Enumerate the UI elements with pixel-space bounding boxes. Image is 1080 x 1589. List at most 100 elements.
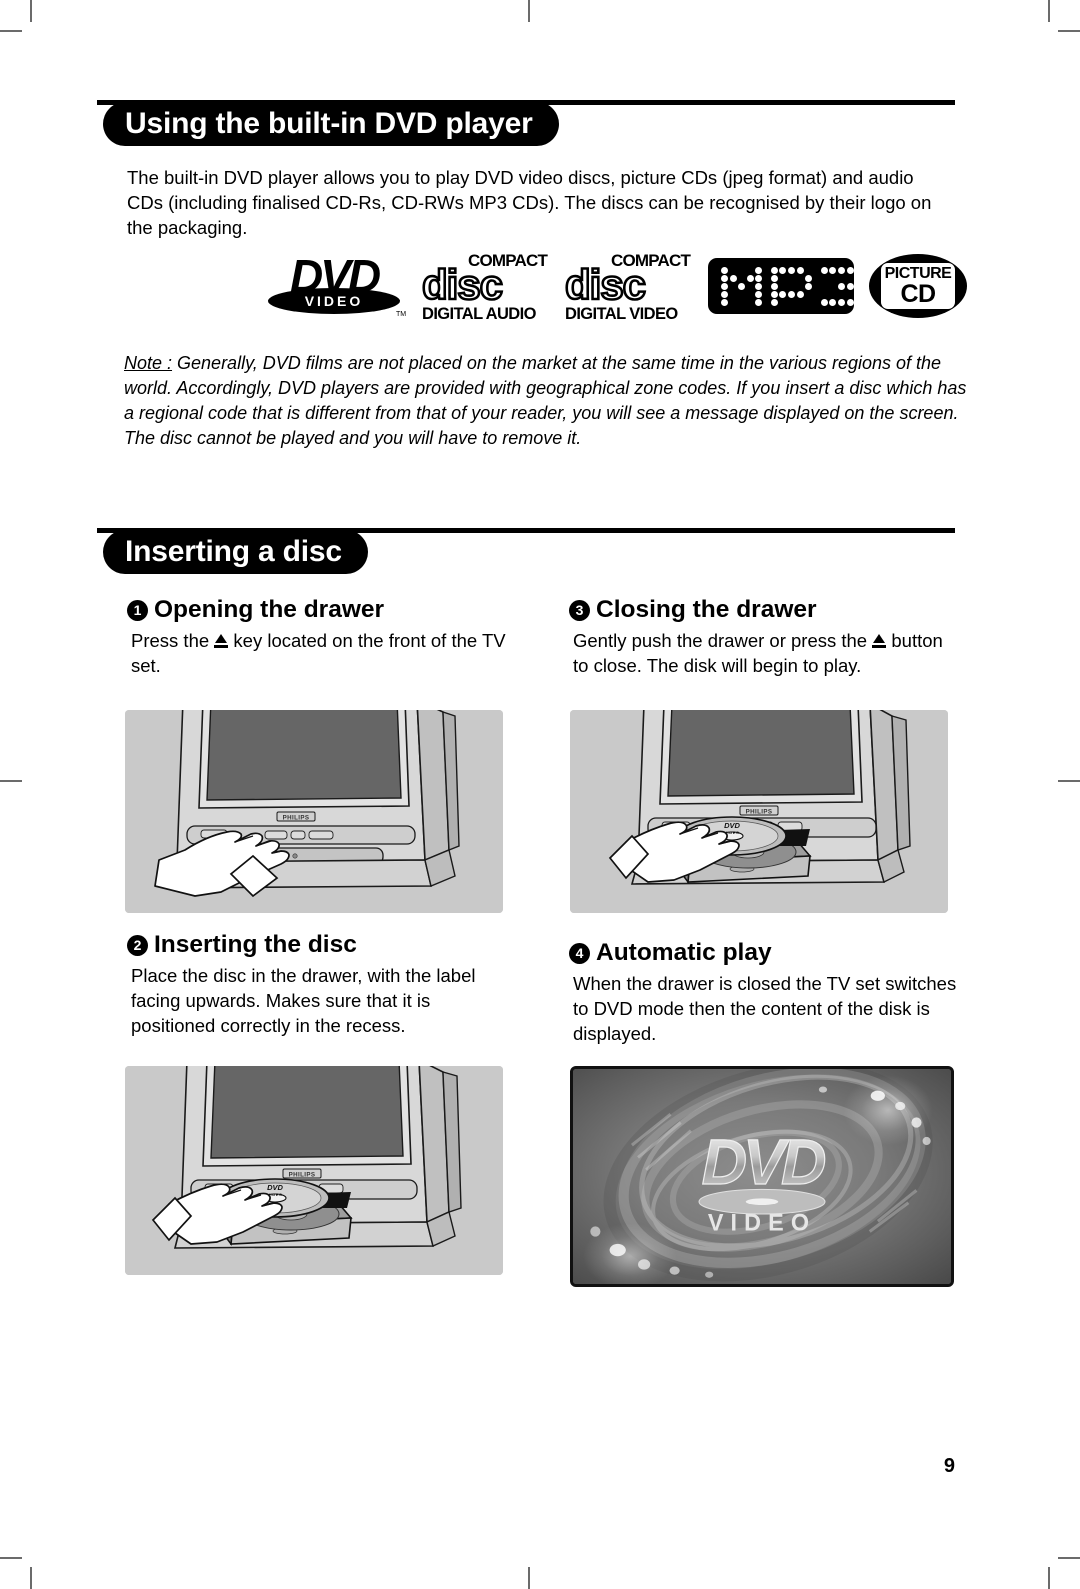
section-header-inserting-disc: Inserting a disc — [97, 528, 955, 580]
cd-video-format-text: DIGITAL VIDEO — [565, 305, 678, 323]
eject-icon — [214, 634, 229, 649]
picture-cd-panel: PICTURE CD — [881, 263, 955, 309]
mp3-dot — [721, 282, 728, 290]
svg-text:DVD: DVD — [724, 821, 740, 830]
step-2-block: 2 Inserting the disc Place the disc in th… — [127, 930, 519, 1038]
mp3-dot — [721, 290, 728, 298]
illustration-closing-the-drawer: PHILIPS DVD VIDEO The digital de Hegarty — [570, 710, 948, 913]
illustration-opening-the-drawer: PHILIPS — [125, 710, 503, 913]
section-header-dvd-player: Using the built-in DVD player — [97, 100, 955, 152]
mp3-dot — [770, 267, 778, 274]
mp3-dot — [779, 267, 787, 274]
mp3-dot — [796, 290, 804, 298]
mp3-dot — [805, 282, 813, 290]
svg-text:PHILIPS: PHILIPS — [283, 815, 310, 822]
step-1-number: 1 — [127, 600, 148, 621]
mp3-dot — [770, 274, 778, 282]
mp3-dot — [788, 290, 796, 298]
step-1-heading-text: Opening the drawer — [154, 596, 385, 623]
step-4-block: 4 Automatic play When the drawer is close… — [569, 938, 961, 1046]
page-number: 9 — [943, 1455, 955, 1477]
step-3-heading-text: Closing the drawer — [596, 596, 817, 623]
step-2-title: 2 Inserting the disc — [127, 930, 519, 960]
mp3-dot — [755, 274, 763, 282]
step-2-heading-text: Inserting the disc — [154, 931, 357, 958]
mp3-dot — [855, 274, 863, 282]
supported-disc-logos: DVD VIDEO TM COMPACT disc DIGITAL AUDIO … — [157, 252, 967, 328]
step-2-number: 2 — [127, 935, 148, 956]
compact-disc-digital-audio-logo: COMPACT disc DIGITAL AUDIO — [421, 252, 556, 323]
crop-mark-top-right-horizontal — [1058, 30, 1080, 32]
mp3-dot — [770, 298, 778, 306]
mp3-dot — [829, 298, 837, 306]
step-4-text: When the drawer is closed the TV set swi… — [573, 973, 957, 1044]
mp3-dot — [721, 267, 728, 274]
picture-cd-logo: PICTURE CD — [869, 254, 967, 318]
crop-mark-mid-right — [1058, 780, 1080, 782]
crop-mark-bottom-left-horizontal — [0, 1557, 22, 1559]
step-4-number: 4 — [569, 943, 590, 964]
svg-text:DVD: DVD — [267, 1183, 283, 1192]
intro-paragraph: The built-in DVD player allows you to pl… — [127, 167, 932, 238]
dvd-video-splash-screen: DVD VIDEO — [573, 1069, 951, 1284]
mp3-dot — [755, 290, 763, 298]
step-1-text-before: Press the — [131, 630, 215, 651]
mp3-dot — [770, 282, 778, 290]
mp3-dot — [721, 298, 728, 306]
svg-text:DVD: DVD — [702, 1128, 825, 1198]
mp3-logo — [708, 258, 863, 314]
section-title-inserting-disc: Inserting a disc — [103, 530, 368, 574]
mp3-dot — [738, 282, 746, 290]
step-2-text: Place the disc in the drawer, with the l… — [131, 965, 476, 1036]
tv-open-drawer-hand-placing-disc: PHILIPS DVD VIDEO The digital de Hegarty — [125, 1066, 503, 1275]
step-1-title: 1 Opening the drawer — [127, 595, 519, 625]
mp3-dot — [820, 267, 828, 274]
step-3-text-before: Gently push the drawer or press the — [573, 630, 873, 651]
svg-text:VIDEO: VIDEO — [708, 1209, 816, 1235]
mp3-dot — [820, 298, 828, 306]
mp3-dot — [779, 290, 787, 298]
crop-mark-mid-left — [0, 780, 22, 782]
cd-video-disc-text: disc — [564, 261, 648, 308]
mp3-dot — [755, 267, 763, 274]
mp3-dot — [721, 274, 728, 282]
compact-disc-digital-video-logo: COMPACT disc DIGITAL VIDEO — [564, 252, 699, 323]
crop-mark-top-left-vertical — [30, 0, 32, 22]
mp3-dot — [837, 282, 845, 290]
picture-cd-bottom-text: CD — [900, 280, 936, 308]
mp3-dot — [837, 298, 845, 306]
svg-text:PHILIPS: PHILIPS — [289, 1172, 316, 1179]
cd-audio-disc-text: disc — [421, 261, 505, 308]
step-3-title: 3 Closing the drawer — [569, 595, 961, 625]
step-1-text: Press the key located on the front of th… — [127, 628, 519, 678]
mp3-dot — [837, 267, 845, 274]
eject-icon — [872, 634, 887, 649]
tv-front-hand-pressing-eject-button: PHILIPS — [125, 710, 503, 913]
mp3-dot — [729, 274, 737, 282]
mp3-dot — [855, 290, 863, 298]
crop-mark-top-left-horizontal — [0, 30, 22, 32]
mp3-dot — [846, 298, 854, 306]
step-3-number: 3 — [569, 600, 590, 621]
crop-mark-bottom-left-vertical — [30, 1567, 32, 1589]
dvd-logo-trademark: TM — [396, 311, 407, 318]
mp3-dot — [788, 267, 796, 274]
mp3-dot — [846, 282, 854, 290]
illustration-automatic-play: DVD VIDEO — [570, 1066, 954, 1287]
svg-text:PHILIPS: PHILIPS — [746, 809, 773, 816]
note-label: Note : — [124, 353, 173, 373]
dvd-logo-subtext: VIDEO — [304, 293, 364, 309]
regional-code-note: Note : Generally, DVD films are not plac… — [124, 351, 969, 451]
step-1-block: 1 Opening the drawer Press the key locate… — [127, 595, 519, 678]
mp3-dot — [846, 267, 854, 274]
dvd-video-logo: DVD VIDEO TM — [260, 253, 408, 318]
crop-mark-top-right-vertical — [1048, 0, 1050, 22]
mp3-dot — [755, 282, 763, 290]
crop-mark-bottom-right-horizontal — [1058, 1557, 1080, 1559]
note-body: Generally, DVD films are not placed on t… — [124, 353, 967, 448]
tv-open-drawer-with-disc-loaded: PHILIPS DVD VIDEO The digital de Hegarty — [570, 710, 948, 913]
mp3-dot — [746, 274, 754, 282]
mp3-dot — [805, 274, 813, 282]
cd-audio-format-text: DIGITAL AUDIO — [422, 305, 536, 323]
mp3-dot — [829, 267, 837, 274]
